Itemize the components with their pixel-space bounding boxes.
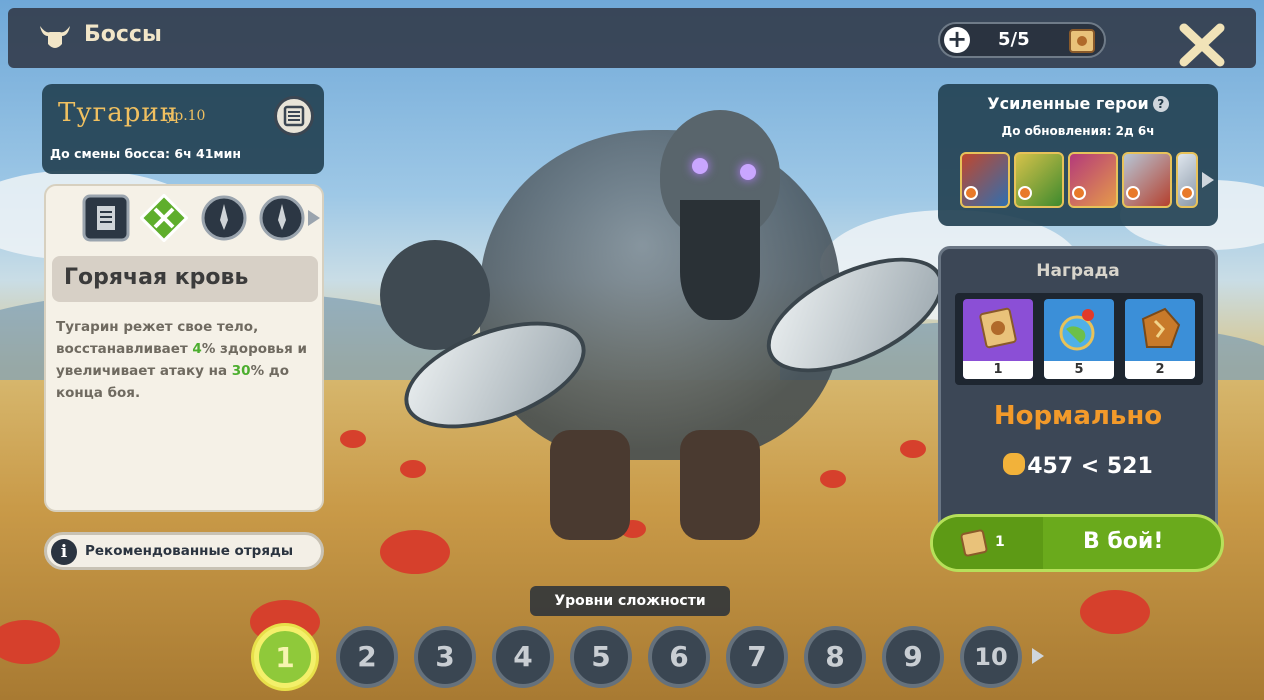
difficulty-name: Нормально: [993, 401, 1163, 431]
boss-level: ур.10: [166, 108, 206, 124]
boss-figure: [380, 100, 961, 540]
fight-label: В бой!: [1083, 529, 1164, 554]
reward-title: Награда: [1036, 261, 1120, 281]
ability-card: Горячая кровь Тугарин режет свое тело, в…: [44, 184, 324, 512]
power-comparison: 457 < 521: [941, 453, 1215, 479]
difficulty-level-3[interactable]: 3: [414, 626, 476, 688]
calendar-icon: [283, 105, 305, 127]
scroll-right-icon[interactable]: [1202, 172, 1214, 188]
difficulty-level-10[interactable]: 10: [960, 626, 1022, 688]
recommended-squads-button[interactable]: i Рекомендованные отряды: [44, 532, 324, 570]
hero-portrait[interactable]: [1122, 152, 1172, 208]
boss-name: Тугарин: [58, 98, 179, 128]
calendar-button[interactable]: [274, 96, 314, 136]
crossed-swords-icon[interactable]: [140, 194, 188, 242]
dagger-icon[interactable]: [258, 194, 306, 242]
rune-stone-icon: [1141, 307, 1181, 348]
reward-item[interactable]: 2: [1125, 299, 1195, 379]
difficulty-level-5[interactable]: 5: [570, 626, 632, 688]
reward-item[interactable]: 5: [1044, 299, 1114, 379]
help-icon[interactable]: ?: [1152, 96, 1169, 112]
ability-title-bar: Горячая кровь: [52, 256, 318, 302]
close-icon[interactable]: [1176, 22, 1228, 68]
reward-item[interactable]: 1: [963, 299, 1033, 379]
add-tickets-button[interactable]: +: [944, 27, 970, 53]
scroll-right-icon[interactable]: [308, 210, 320, 226]
ticket-scroll-icon: [960, 529, 988, 557]
fight-cost: 1: [995, 534, 1005, 550]
scroll-icon[interactable]: [82, 194, 130, 242]
scroll-right-icon[interactable]: [1032, 648, 1044, 664]
top-bar: Боссы + 5/5: [8, 8, 1256, 68]
ticket-count: 5/5: [998, 29, 1030, 50]
difficulty-level-4[interactable]: 4: [492, 626, 554, 688]
ability-description: Тугарин режет свое тело, восстанавливает…: [56, 319, 307, 401]
difficulty-level-9[interactable]: 9: [882, 626, 944, 688]
fist-icon: [1003, 453, 1026, 475]
reward-panel: Награда 1 5 2 Нормально 457 < 521: [938, 246, 1218, 546]
fight-button[interactable]: 1 В бой!: [930, 514, 1224, 572]
difficulty-level-1[interactable]: 1: [254, 626, 316, 688]
difficulty-level-6[interactable]: 6: [648, 626, 710, 688]
recommended-squads-label: Рекомендованные отряды: [85, 543, 294, 559]
dagger-icon[interactable]: [200, 194, 248, 242]
hero-portrait[interactable]: [1176, 152, 1198, 208]
globe-pin-icon: [1059, 309, 1095, 351]
boss-change-timer: До смены босса: 6ч 41мин: [50, 146, 242, 161]
hero-portrait[interactable]: [960, 152, 1010, 208]
difficulty-level-2[interactable]: 2: [336, 626, 398, 688]
boosted-heroes-title: Усиленные герои?: [938, 94, 1218, 113]
difficulty-level-7[interactable]: 7: [726, 626, 788, 688]
ticket-counter: + 5/5: [938, 22, 1106, 58]
info-icon: i: [51, 539, 77, 565]
boosted-heroes-panel: Усиленные герои? До обновления: 2д 6ч: [938, 84, 1218, 226]
ox-head-icon: [40, 26, 70, 48]
hero-portrait[interactable]: [1068, 152, 1118, 208]
reward-slots: 1 5 2: [955, 293, 1203, 385]
ability-title: Горячая кровь: [64, 265, 249, 290]
ticket-scroll-icon: [979, 307, 1017, 349]
boosted-heroes-timer: До обновления: 2д 6ч: [1001, 124, 1155, 138]
hero-portrait[interactable]: [1014, 152, 1064, 208]
page-title: Боссы: [84, 22, 162, 47]
ability-icons: [82, 194, 320, 252]
difficulty-level-8[interactable]: 8: [804, 626, 866, 688]
difficulty-levels-label: Уровни сложности: [530, 586, 730, 616]
ticket-scroll-icon: [1069, 29, 1095, 53]
